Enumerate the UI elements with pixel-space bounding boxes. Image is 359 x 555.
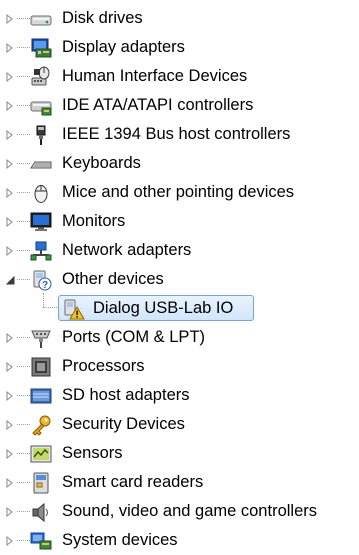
tree-item-monitors[interactable]: Monitors xyxy=(0,207,359,236)
tree-item-security-devices[interactable]: Security Devices xyxy=(0,410,359,439)
device-manager-tree: Disk drives Display adapters Human Inter… xyxy=(0,0,359,550)
tree-dots xyxy=(17,540,30,541)
tree-item-label: Display adapters xyxy=(62,38,185,56)
tree-item-other-devices[interactable]: ? Other devices xyxy=(0,265,359,294)
tree-item-smart-card-readers[interactable]: Smart card readers xyxy=(0,468,359,497)
tree-dots xyxy=(17,105,30,106)
tree-dots xyxy=(17,511,30,512)
tree-item-keyboards[interactable]: Keyboards xyxy=(0,149,359,178)
tree-item-label: IDE ATA/ATAPI controllers xyxy=(62,96,254,114)
tree-dots xyxy=(17,47,30,48)
tree-item-label: Smart card readers xyxy=(62,473,204,491)
expand-arrow-icon[interactable] xyxy=(4,149,16,178)
processor-icon xyxy=(30,356,52,378)
expand-arrow-icon[interactable] xyxy=(4,33,16,62)
tree-dots xyxy=(17,279,30,280)
expand-arrow-icon[interactable] xyxy=(4,468,16,497)
tree-item-label: Security Devices xyxy=(62,415,185,433)
ide-controller-icon xyxy=(30,95,52,117)
tree-dots xyxy=(17,424,30,425)
tree-item-sound-video-game[interactable]: Sound, video and game controllers xyxy=(0,497,359,526)
tree-item-sd-host-adapters[interactable]: SD host adapters xyxy=(0,381,359,410)
smart-card-icon xyxy=(30,472,52,494)
tree-item-display-adapters[interactable]: Display adapters xyxy=(0,33,359,62)
tree-item-label: Dialog USB-Lab IO xyxy=(93,299,234,317)
tree-item-label: Sound, video and game controllers xyxy=(62,502,317,520)
expand-arrow-icon[interactable] xyxy=(4,178,16,207)
expand-arrow-icon[interactable] xyxy=(4,381,16,410)
security-key-icon xyxy=(30,414,52,436)
expand-arrow-icon[interactable] xyxy=(4,352,16,381)
tree-item-label: Other devices xyxy=(62,270,164,288)
keyboard-icon xyxy=(30,153,52,175)
tree-item-label: Sensors xyxy=(62,444,123,462)
tree-item-ports[interactable]: Ports (COM & LPT) xyxy=(0,323,359,352)
disk-drive-icon xyxy=(30,8,52,30)
speaker-icon xyxy=(30,501,52,523)
expand-arrow-icon[interactable] xyxy=(4,120,16,149)
expand-arrow-icon[interactable] xyxy=(4,526,16,555)
unknown-device-icon: ? xyxy=(30,269,52,291)
tree-item-system-devices[interactable]: System devices xyxy=(0,526,359,555)
collapse-arrow-icon[interactable] xyxy=(4,265,16,294)
warning-device-icon xyxy=(63,298,85,320)
tree-dots xyxy=(17,18,30,19)
tree-dots xyxy=(17,163,30,164)
tree-item-ieee-1394[interactable]: IEEE 1394 Bus host controllers xyxy=(0,120,359,149)
tree-dots xyxy=(17,453,30,454)
tree-dots xyxy=(17,366,30,367)
firewire-icon xyxy=(30,124,52,146)
expand-arrow-icon[interactable] xyxy=(4,410,16,439)
tree-item-disk-drives[interactable]: Disk drives xyxy=(0,4,359,33)
tree-item-sensors[interactable]: Sensors xyxy=(0,439,359,468)
hid-icon xyxy=(30,66,52,88)
tree-dots xyxy=(17,76,30,77)
expand-arrow-icon[interactable] xyxy=(4,236,16,265)
tree-item-network-adapters[interactable]: Network adapters xyxy=(0,236,359,265)
mouse-icon xyxy=(30,182,52,204)
tree-item-mice[interactable]: Mice and other pointing devices xyxy=(0,178,359,207)
tree-item-label: Human Interface Devices xyxy=(62,67,248,85)
tree-item-label: SD host adapters xyxy=(62,386,190,404)
expand-arrow-icon[interactable] xyxy=(4,323,16,352)
sensor-icon xyxy=(30,443,52,465)
expand-arrow-icon[interactable] xyxy=(4,497,16,526)
expand-arrow-icon[interactable] xyxy=(4,62,16,91)
tree-dots xyxy=(17,337,30,338)
tree-item-processors[interactable]: Processors xyxy=(0,352,359,381)
tree-dots xyxy=(17,221,30,222)
sd-host-icon xyxy=(30,385,52,407)
network-adapter-icon xyxy=(30,240,52,262)
tree-dots xyxy=(17,134,30,135)
expand-arrow-icon[interactable] xyxy=(4,439,16,468)
tree-item-label: Ports (COM & LPT) xyxy=(62,328,206,346)
svg-text:?: ? xyxy=(42,280,48,291)
tree-dots xyxy=(17,482,30,483)
tree-item-label: Monitors xyxy=(62,212,126,230)
tree-dots xyxy=(17,395,30,396)
tree-item-label: Keyboards xyxy=(62,154,141,172)
tree-item-label: Disk drives xyxy=(62,9,143,27)
expand-arrow-icon[interactable] xyxy=(4,4,16,33)
expand-arrow-icon[interactable] xyxy=(4,207,16,236)
tree-item-label: IEEE 1394 Bus host controllers xyxy=(62,125,291,143)
expand-arrow-icon[interactable] xyxy=(4,91,16,120)
display-adapter-icon xyxy=(30,37,52,59)
tree-item-human-interface-devices[interactable]: Human Interface Devices xyxy=(0,62,359,91)
tree-item-label: System devices xyxy=(62,531,178,549)
tree-dots xyxy=(17,192,30,193)
tree-item-label: Mice and other pointing devices xyxy=(62,183,295,201)
tree-item-label: Processors xyxy=(62,357,145,375)
monitor-icon xyxy=(30,211,52,233)
port-icon xyxy=(30,327,52,349)
tree-dots xyxy=(17,250,30,251)
tree-item-label: Network adapters xyxy=(62,241,192,259)
tree-item-dialog-usb-lab-io[interactable]: Dialog USB-Lab IO xyxy=(0,294,359,323)
tree-item-ide-controllers[interactable]: IDE ATA/ATAPI controllers xyxy=(0,91,359,120)
